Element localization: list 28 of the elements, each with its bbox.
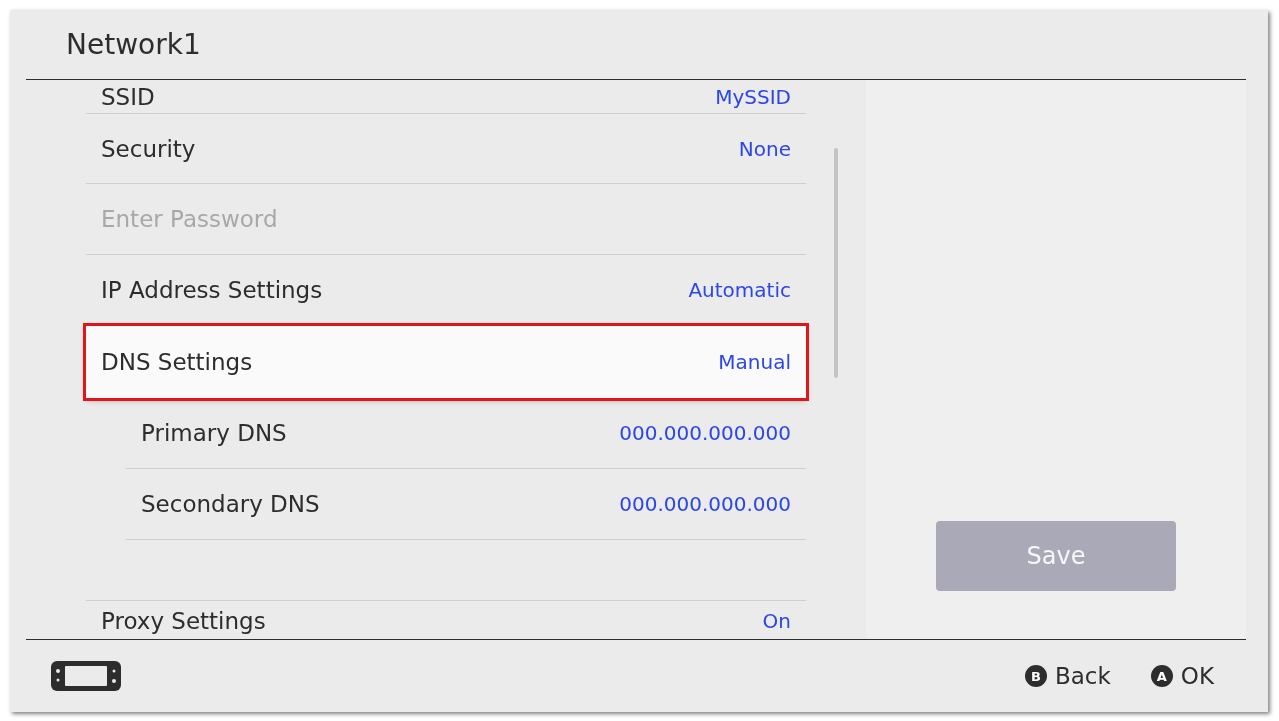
page-title: Network1 [66,28,201,61]
setting-value: MySSID [715,84,791,109]
setting-label: Security [101,135,196,162]
setting-label: Proxy Settings [101,607,266,634]
setting-label: Secondary DNS [141,491,320,517]
controller-key-icon: B [1024,665,1047,687]
setting-label: Enter Password [101,206,278,232]
footer-control-button[interactable]: B Back [1024,663,1111,689]
setting-row[interactable]: Secondary DNS 000.000.000.000 [126,469,806,540]
setting-label: SSID [101,83,155,110]
setting-label: IP Address Settings [101,277,323,303]
handheld-console-icon [51,661,121,691]
setting-row[interactable]: Primary DNS 000.000.000.000 [126,398,806,469]
controller-key-icon: A [1150,665,1173,687]
setting-value: 000.000.000.000 [619,492,791,516]
setting-value: None [738,136,791,161]
setting-label: DNS Settings [101,348,253,375]
setting-value: Automatic [688,278,791,302]
setting-row[interactable]: Proxy Settings On [86,601,806,639]
footer-control-button[interactable]: A OK [1150,663,1214,689]
setting-row[interactable]: SSID MySSID [86,80,806,114]
setting-value: On [762,608,791,633]
setting-label: Primary DNS [141,420,287,446]
scrollbar-thumb[interactable] [834,148,838,378]
setting-row[interactable]: DNS Settings Manual [86,326,806,398]
setting-row[interactable]: Security None [86,114,806,184]
setting-value: 000.000.000.000 [619,421,791,445]
setting-value: Manual [718,349,791,374]
